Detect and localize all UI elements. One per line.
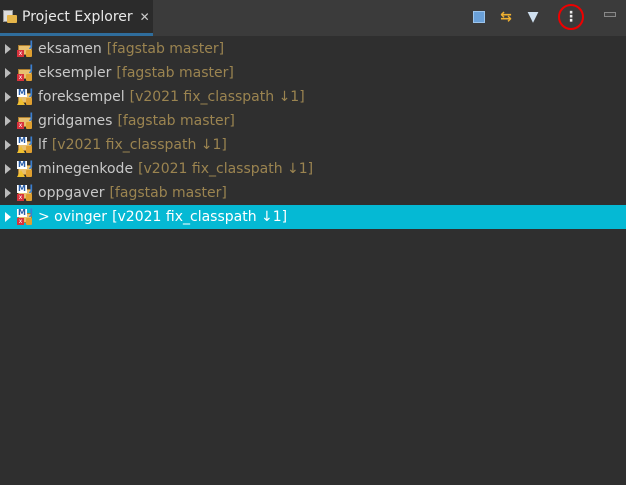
java-project-icon: Jx bbox=[17, 112, 33, 129]
error-badge-icon: x bbox=[17, 50, 24, 57]
tree-item-project[interactable]: Jx eksempler [fagstab master] bbox=[0, 61, 626, 85]
java-project-icon: MJx bbox=[17, 184, 33, 201]
tree-item-project[interactable]: Jx gridgames [fagstab master] bbox=[0, 109, 626, 133]
minimize-icon[interactable] bbox=[604, 12, 616, 17]
git-decoration: [fagstab master] bbox=[109, 185, 227, 201]
tree-item-project[interactable]: M Jx oppgaver [fagstab master] bbox=[0, 181, 626, 205]
tree-item-project[interactable]: M J minegenkode [v2021 fix_classpath ↓1] bbox=[0, 157, 626, 181]
collapse-all-icon[interactable] bbox=[471, 9, 487, 25]
view-tab-bar: Project Explorer ✕ ⇆ ▼ ⋮ bbox=[0, 0, 626, 36]
warning-badge-icon bbox=[17, 146, 25, 153]
project-name: eksempler bbox=[38, 65, 112, 81]
java-project-icon: MJ bbox=[17, 137, 33, 153]
expand-arrow-icon[interactable] bbox=[5, 68, 11, 78]
error-badge-icon: x bbox=[17, 74, 24, 81]
expand-arrow-icon[interactable] bbox=[5, 140, 11, 150]
project-name: > ovinger bbox=[38, 209, 108, 225]
link-with-editor-icon[interactable]: ⇆ bbox=[498, 9, 514, 25]
expand-arrow-icon[interactable] bbox=[5, 212, 11, 222]
expand-arrow-icon[interactable] bbox=[5, 116, 11, 126]
java-project-icon: Jx bbox=[17, 64, 33, 81]
expand-arrow-icon[interactable] bbox=[5, 92, 11, 102]
git-decoration: [fagstab master] bbox=[117, 113, 235, 129]
error-badge-icon: x bbox=[17, 122, 24, 129]
view-menu-button[interactable]: ⋮ bbox=[558, 4, 584, 30]
project-name: eksamen bbox=[38, 41, 102, 57]
expand-arrow-icon[interactable] bbox=[5, 44, 11, 54]
git-decoration: [v2021 fix_classpath ↓1] bbox=[129, 89, 305, 105]
warning-badge-icon bbox=[17, 170, 25, 177]
project-name: minegenkode bbox=[38, 161, 134, 177]
git-decoration: [v2021 fix_classpath ↓1] bbox=[112, 209, 288, 225]
tree-item-project[interactable]: Jx eksamen [fagstab master] bbox=[0, 37, 626, 61]
tree-item-project[interactable]: M J lf [v2021 fix_classpath ↓1] bbox=[0, 133, 626, 157]
project-name: lf bbox=[38, 137, 47, 153]
expand-arrow-icon[interactable] bbox=[5, 164, 11, 174]
tab-title: Project Explorer bbox=[22, 8, 133, 25]
git-decoration: [v2021 fix_classpath ↓1] bbox=[51, 137, 227, 153]
project-name: gridgames bbox=[38, 113, 113, 129]
error-badge-icon: x bbox=[17, 194, 24, 201]
error-badge-icon: x bbox=[17, 218, 24, 225]
project-tree: Jx eksamen [fagstab master] Jx eksempler [fag… bbox=[0, 37, 626, 229]
tab-project-explorer[interactable]: Project Explorer ✕ bbox=[0, 0, 153, 36]
project-explorer-icon bbox=[3, 9, 17, 24]
expand-arrow-icon[interactable] bbox=[5, 188, 11, 198]
tree-item-project[interactable]: M Jx > ovinger [v2021 fix_classpath ↓1] bbox=[0, 205, 626, 229]
project-name: foreksempel bbox=[38, 89, 125, 105]
java-project-icon: MJ bbox=[17, 89, 33, 105]
tree-item-project[interactable]: M J foreksempel [v2021 fix_classpath ↓1] bbox=[0, 85, 626, 109]
project-name: oppgaver bbox=[38, 185, 105, 201]
git-decoration: [v2021 fix_classpath ↓1] bbox=[138, 161, 314, 177]
java-project-icon: MJ bbox=[17, 161, 33, 177]
java-project-icon: Jx bbox=[17, 40, 33, 57]
java-project-icon: MJx bbox=[17, 208, 33, 225]
warning-badge-icon bbox=[17, 98, 25, 105]
git-decoration: [fagstab master] bbox=[106, 41, 225, 57]
git-decoration: [fagstab master] bbox=[116, 65, 234, 81]
close-icon[interactable]: ✕ bbox=[140, 10, 150, 24]
filter-icon[interactable]: ▼ bbox=[525, 9, 541, 25]
